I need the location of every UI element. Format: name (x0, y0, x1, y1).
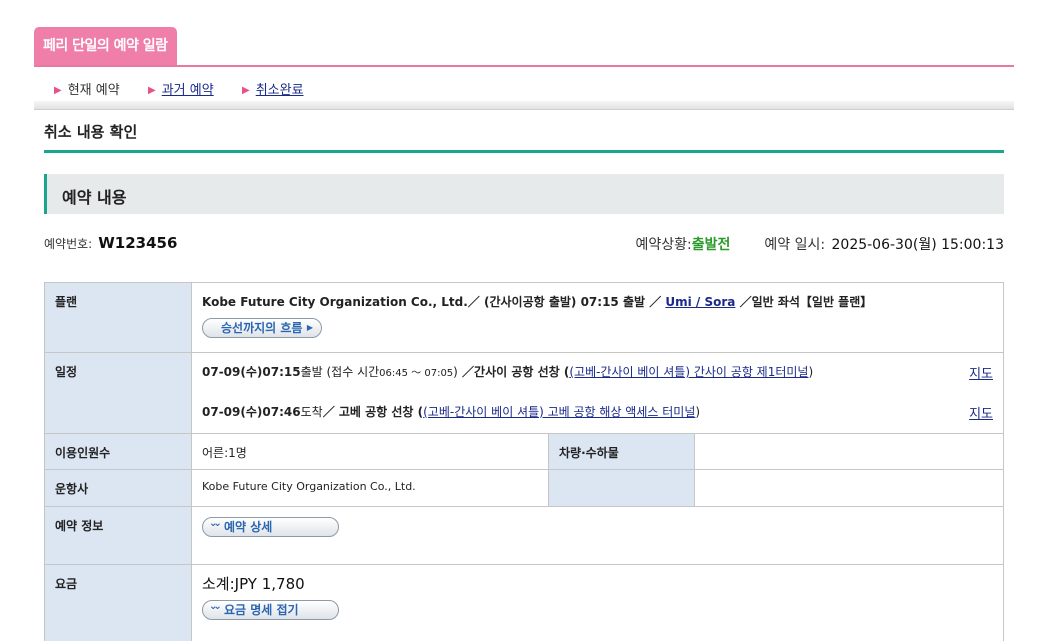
vehicle-label: 차량·수하물 (548, 434, 695, 469)
operator-empty-header (548, 470, 695, 506)
row-label: 요금 (45, 565, 192, 641)
section-header: 예약 내용 (44, 174, 1004, 214)
departure-time: 07-09(수)07:15 (202, 365, 301, 379)
arrival-map-link[interactable]: 지도 (969, 403, 993, 422)
table-row-passengers: 이용인원수 어른:1명 차량·수하물 (45, 434, 1003, 470)
double-chevron-down-icon: ⌄⌄ (209, 518, 222, 529)
plan-prefix: Kobe Future City Organization Co., Ltd.／… (202, 295, 666, 309)
reservation-number: 예약번호: W123456 (44, 234, 177, 252)
fare-cell: 소계:JPY 1,780 ⌄⌄ 요금 명세 접기 (192, 565, 1003, 641)
title-divider (44, 150, 1004, 153)
status-label: 예약상황: (635, 237, 692, 253)
plan-text: Kobe Future City Organization Co., Ltd.／… (202, 293, 993, 310)
status-badge: 출발전 (691, 237, 731, 253)
departure-line: 07-09(수)07:15출발 (접수 시간06:45 ～ 07:05) ／간사… (202, 363, 813, 380)
vehicle-value (696, 434, 1003, 469)
reception-time: 06:45 ～ 07:05 (379, 368, 454, 379)
datetime-label: 예약 일시: (764, 237, 826, 253)
reservation-number-value: W123456 (98, 234, 178, 252)
row-label: 일정 (45, 353, 192, 433)
boarding-flow-button[interactable]: 승선까지의 흐름 ▶ (202, 318, 322, 338)
button-label: 요금 명세 접기 (224, 603, 299, 617)
arrow-right-icon: ▶ (148, 85, 156, 96)
reservation-datetime: 2025-06-30(월) 15:00:13 (831, 237, 1005, 253)
passengers-value: 어른:1명 (202, 446, 247, 460)
row-label: 운항사 (45, 470, 192, 506)
arrival-line: 07-09(수)07:46도착／ 고베 공항 선창 ((고베-간사이 베이 셔틀… (202, 403, 700, 420)
page-title: 취소 내용 확인 (44, 123, 138, 141)
nav-item-cancelled[interactable]: ▶ 취소완료 (242, 79, 304, 98)
schedule-cell: 07-09(수)07:15출발 (접수 시간06:45 ～ 07:05) ／간사… (192, 353, 1003, 433)
table-row-operator: 운항사 Kobe Future City Organization Co., L… (45, 470, 1003, 507)
row-label: 플랜 (45, 283, 192, 352)
fare-detail-collapse-button[interactable]: ⌄⌄ 요금 명세 접기 (202, 600, 339, 620)
arrival-port: ／ 고베 공항 선창 ( (322, 405, 424, 419)
nav-label: 현재 예약 (67, 83, 120, 98)
section-title: 예약 내용 (62, 188, 127, 207)
button-label: 예약 상세 (224, 520, 273, 534)
reservation-number-label: 예약번호: (44, 237, 93, 251)
table-row-fare: 요금 소계:JPY 1,780 ⌄⌄ 요금 명세 접기 (45, 565, 1003, 641)
ship-link[interactable]: Umi / Sora (665, 295, 735, 309)
table-row-plan: 플랜 Kobe Future City Organization Co., Lt… (45, 283, 1003, 353)
table-row-info: 예약 정보 ⌄⌄ 예약 상세 (45, 507, 1003, 565)
arrival-text: 도착 (300, 405, 323, 419)
nav-link[interactable]: 취소완료 (256, 83, 304, 98)
triangle-right-icon: ▶ (306, 323, 313, 332)
button-label: 승선까지의 흐름 (221, 321, 303, 335)
fare-subtotal: 소계:JPY 1,780 (202, 575, 305, 593)
arrow-right-icon: ▶ (54, 85, 62, 96)
nav-item-past[interactable]: ▶ 과거 예약 (148, 79, 214, 98)
plan-suffix: ／일반 좌석【일반 플랜】 (735, 295, 873, 309)
plan-cell: Kobe Future City Organization Co., Ltd.／… (192, 283, 1003, 352)
arrow-right-icon: ▶ (242, 85, 250, 96)
page-tab-title: 페리 단일의 예약 일람 (34, 27, 177, 66)
nav-item-current[interactable]: ▶ 현재 예약 (54, 79, 120, 98)
table-row-schedule: 일정 07-09(수)07:15출발 (접수 시간06:45 ～ 07:05) … (45, 353, 1003, 434)
arrival-end: ) (695, 405, 701, 419)
reservation-status-block: 예약상황:출발전 예약 일시: 2025-06-30(월) 15:00:13 (635, 234, 1004, 254)
reception-label: (접수 시간 (326, 365, 380, 379)
reservation-detail-button[interactable]: ⌄⌄ 예약 상세 (202, 517, 339, 537)
departure-port: ／간사이 공항 선창 ( (457, 365, 570, 379)
reservation-table: 플랜 Kobe Future City Organization Co., Lt… (44, 282, 1004, 641)
departure-map-link[interactable]: 지도 (969, 363, 993, 382)
row-label: 이용인원수 (45, 434, 192, 469)
double-chevron-down-icon: ⌄⌄ (209, 601, 222, 612)
info-cell: ⌄⌄ 예약 상세 (192, 507, 1003, 564)
departure-end: ) (808, 365, 814, 379)
nav-link[interactable]: 과거 예약 (162, 83, 214, 98)
subnav-divider (34, 101, 1014, 110)
arrival-terminal-link[interactable]: (고베-간사이 베이 셔틀) 고베 공항 해상 액세스 터미널 (423, 405, 695, 419)
operator-value: Kobe Future City Organization Co., Ltd. (202, 480, 416, 493)
departure-terminal-link[interactable]: (고베-간사이 베이 셔틀) 간사이 공항 제1터미널 (569, 365, 808, 379)
departure-text: 출발 (300, 365, 327, 379)
row-label: 예약 정보 (45, 507, 192, 564)
arrival-time: 07-09(수)07:46 (202, 405, 301, 419)
